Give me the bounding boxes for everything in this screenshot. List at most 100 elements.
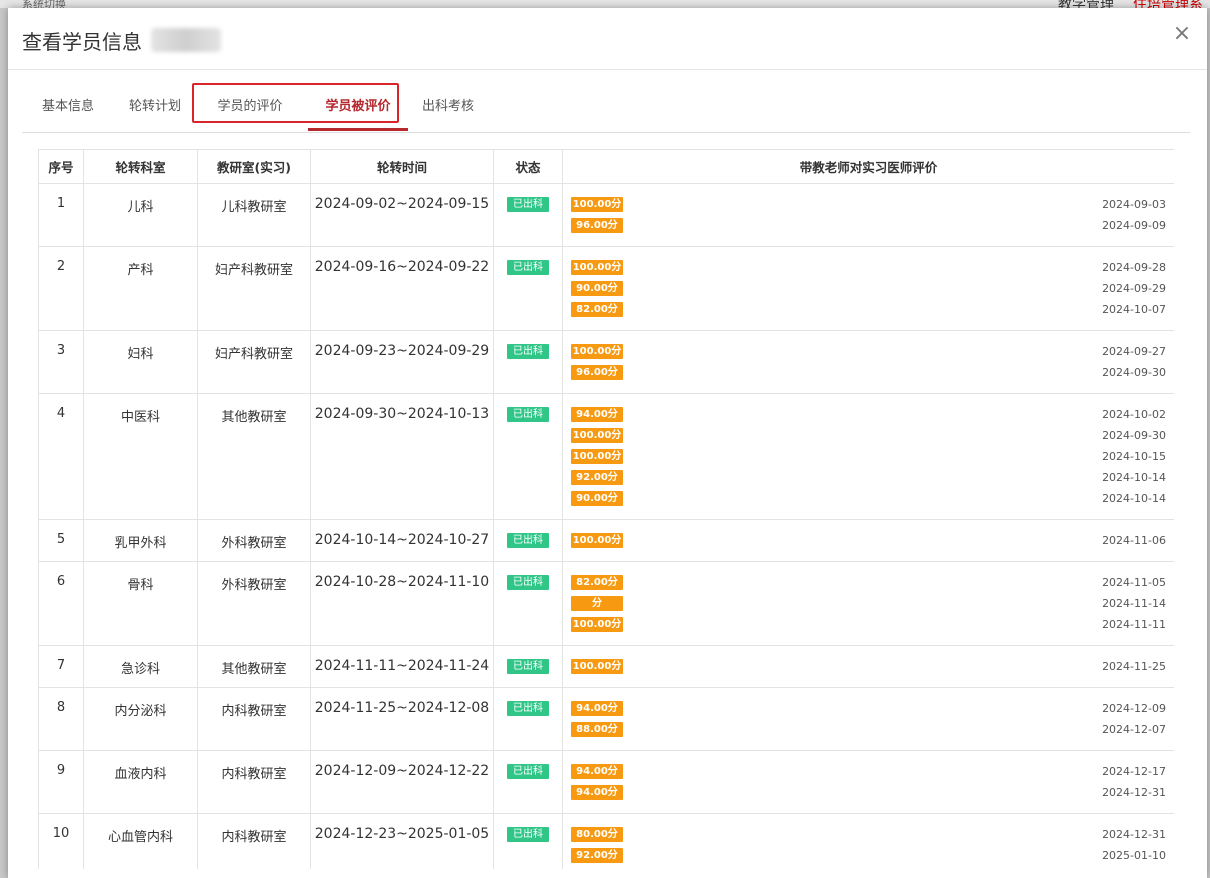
row-rotation-time: 2024-09-23~2024-09-29 bbox=[310, 330, 494, 394]
table-row: 1 儿科 儿科教研室 2024-09-02~2024-09-15 已出科 100.00分 2… bbox=[38, 183, 1174, 247]
evaluation-date: 2024-09-29 bbox=[1102, 282, 1166, 295]
row-rotation-time: 2024-11-11~2024-11-24 bbox=[310, 645, 494, 688]
evaluation-entry: 90.00分 2024-10-14 bbox=[571, 490, 1166, 511]
close-icon[interactable]: × bbox=[1171, 22, 1193, 46]
table-row: 5 乳甲外科 外科教研室 2024-10-14~2024-10-27 已出科 100.00… bbox=[38, 519, 1174, 562]
evaluation-date: 2024-11-06 bbox=[1102, 534, 1166, 547]
row-department: 血液内科 bbox=[83, 750, 198, 814]
score-badge[interactable]: 100.00分 bbox=[571, 617, 623, 632]
modal-title: 查看学员信息 bbox=[22, 30, 142, 54]
evaluation-date: 2024-11-11 bbox=[1102, 618, 1166, 631]
row-status-cell: 已出科 bbox=[493, 645, 563, 688]
row-index: 2 bbox=[38, 246, 84, 331]
evaluation-entry: 94.00分 2024-12-17 bbox=[571, 763, 1166, 784]
score-badge[interactable]: 分 bbox=[571, 596, 623, 611]
status-badge: 已出科 bbox=[507, 764, 549, 779]
evaluation-date: 2024-12-17 bbox=[1102, 765, 1166, 778]
score-badge[interactable]: 92.00分 bbox=[571, 470, 623, 485]
evaluation-entry: 100.00分 2024-09-03 bbox=[571, 196, 1166, 217]
row-office: 其他教研室 bbox=[197, 645, 311, 688]
score-badge[interactable]: 82.00分 bbox=[571, 302, 623, 317]
evaluation-date: 2024-09-30 bbox=[1102, 429, 1166, 442]
row-evaluations: 94.00分 2024-12-17 94.00分 2024-12-31 bbox=[562, 750, 1174, 814]
table-row: 4 中医科 其他教研室 2024-09-30~2024-10-13 已出科 94.00分 2… bbox=[38, 393, 1174, 520]
row-status-cell: 已出科 bbox=[493, 813, 563, 869]
score-badge[interactable]: 94.00分 bbox=[571, 407, 623, 422]
row-index: 4 bbox=[38, 393, 84, 520]
score-badge[interactable]: 100.00分 bbox=[571, 659, 623, 674]
row-evaluations: 100.00分 2024-11-25 bbox=[562, 645, 1174, 688]
table-row: 9 血液内科 内科教研室 2024-12-09~2024-12-22 已出科 94.00分… bbox=[38, 750, 1174, 814]
score-badge[interactable]: 90.00分 bbox=[571, 281, 623, 296]
evaluation-entry: 96.00分 2024-09-09 bbox=[571, 217, 1166, 238]
table-row: 8 内分泌科 内科教研室 2024-11-25~2024-12-08 已出科 94.00分… bbox=[38, 687, 1174, 751]
score-badge[interactable]: 100.00分 bbox=[571, 428, 623, 443]
table-row: 10 心血管内科 内科教研室 2024-12-23~2025-01-05 已出科 80.0… bbox=[38, 813, 1174, 869]
status-badge: 已出科 bbox=[507, 533, 549, 548]
evaluation-entry: 94.00分 2024-12-31 bbox=[571, 784, 1166, 805]
evaluation-date: 2024-09-09 bbox=[1102, 219, 1166, 232]
row-evaluations: 82.00分 2024-11-05 分 2024-11-14 100.00分 2024-1… bbox=[562, 561, 1174, 646]
header-department: 轮转科室 bbox=[83, 149, 198, 184]
tab-exit-exam[interactable]: 出科考核 bbox=[418, 84, 478, 130]
row-office: 妇产科教研室 bbox=[197, 246, 311, 331]
score-badge[interactable]: 94.00分 bbox=[571, 764, 623, 779]
evaluation-date: 2024-11-25 bbox=[1102, 660, 1166, 673]
row-status-cell: 已出科 bbox=[493, 561, 563, 646]
score-badge[interactable]: 100.00分 bbox=[571, 197, 623, 212]
row-rotation-time: 2024-11-25~2024-12-08 bbox=[310, 687, 494, 751]
score-badge[interactable]: 100.00分 bbox=[571, 260, 623, 275]
status-badge: 已出科 bbox=[507, 260, 549, 275]
score-badge[interactable]: 80.00分 bbox=[571, 827, 623, 842]
evaluation-entry: 80.00分 2024-12-31 bbox=[571, 826, 1166, 847]
row-department: 中医科 bbox=[83, 393, 198, 520]
tab-student-evaluations[interactable]: 学员的评价 bbox=[213, 84, 287, 130]
row-status-cell: 已出科 bbox=[493, 246, 563, 331]
evaluation-date: 2024-09-27 bbox=[1102, 345, 1166, 358]
table-body: 1 儿科 儿科教研室 2024-09-02~2024-09-15 已出科 100.00分 2… bbox=[38, 183, 1174, 869]
row-status-cell: 已出科 bbox=[493, 330, 563, 394]
evaluation-entry: 88.00分 2024-12-07 bbox=[571, 721, 1166, 742]
score-badge[interactable]: 88.00分 bbox=[571, 722, 623, 737]
score-badge[interactable]: 90.00分 bbox=[571, 491, 623, 506]
background-app-bar: 系统切换 教学管理 住培管理系统 bbox=[0, 0, 1210, 8]
evaluation-date: 2024-11-05 bbox=[1102, 576, 1166, 589]
evaluation-entry: 94.00分 2024-12-09 bbox=[571, 700, 1166, 721]
status-badge: 已出科 bbox=[507, 827, 549, 842]
evaluation-entry: 90.00分 2024-09-29 bbox=[571, 280, 1166, 301]
score-badge[interactable]: 82.00分 bbox=[571, 575, 623, 590]
score-badge[interactable]: 100.00分 bbox=[571, 449, 623, 464]
status-badge: 已出科 bbox=[507, 701, 549, 716]
row-index: 3 bbox=[38, 330, 84, 394]
status-badge: 已出科 bbox=[507, 575, 549, 590]
evaluation-date: 2024-12-31 bbox=[1102, 786, 1166, 799]
row-office: 妇产科教研室 bbox=[197, 330, 311, 394]
tab-rotation-plan[interactable]: 轮转计划 bbox=[125, 84, 185, 130]
evaluation-date: 2024-09-30 bbox=[1102, 366, 1166, 379]
row-office: 内科教研室 bbox=[197, 687, 311, 751]
score-badge[interactable]: 100.00分 bbox=[571, 533, 623, 548]
header-status: 状态 bbox=[493, 149, 563, 184]
score-badge[interactable]: 94.00分 bbox=[571, 701, 623, 716]
tab-student-evaluated[interactable]: 学员被评价 bbox=[308, 84, 408, 131]
row-evaluations: 100.00分 2024-11-06 bbox=[562, 519, 1174, 562]
row-department: 妇科 bbox=[83, 330, 198, 394]
row-evaluations: 100.00分 2024-09-27 96.00分 2024-09-30 bbox=[562, 330, 1174, 394]
evaluation-entry: 100.00分 2024-09-30 bbox=[571, 427, 1166, 448]
table-row: 2 产科 妇产科教研室 2024-09-16~2024-09-22 已出科 100.00分… bbox=[38, 246, 1174, 331]
evaluation-table-container: 序号 轮转科室 教研室(实习) 轮转时间 状态 带教老师对实习医师评价 1 儿科儿… bbox=[38, 149, 1174, 869]
score-badge[interactable]: 94.00分 bbox=[571, 785, 623, 800]
row-status-cell: 已出科 bbox=[493, 393, 563, 520]
row-status-cell: 已出科 bbox=[493, 687, 563, 751]
score-badge[interactable]: 92.00分 bbox=[571, 848, 623, 863]
row-rotation-time: 2024-09-02~2024-09-15 bbox=[310, 183, 494, 247]
row-index: 9 bbox=[38, 750, 84, 814]
table-row: 6 骨科 外科教研室 2024-10-28~2024-11-10 已出科 82.00分 20… bbox=[38, 561, 1174, 646]
tab-basic-info[interactable]: 基本信息 bbox=[38, 84, 98, 130]
score-badge[interactable]: 96.00分 bbox=[571, 365, 623, 380]
score-badge[interactable]: 100.00分 bbox=[571, 344, 623, 359]
row-evaluations: 100.00分 2024-09-03 96.00分 2024-09-09 bbox=[562, 183, 1174, 247]
status-badge: 已出科 bbox=[507, 197, 549, 212]
score-badge[interactable]: 96.00分 bbox=[571, 218, 623, 233]
row-status-cell: 已出科 bbox=[493, 750, 563, 814]
